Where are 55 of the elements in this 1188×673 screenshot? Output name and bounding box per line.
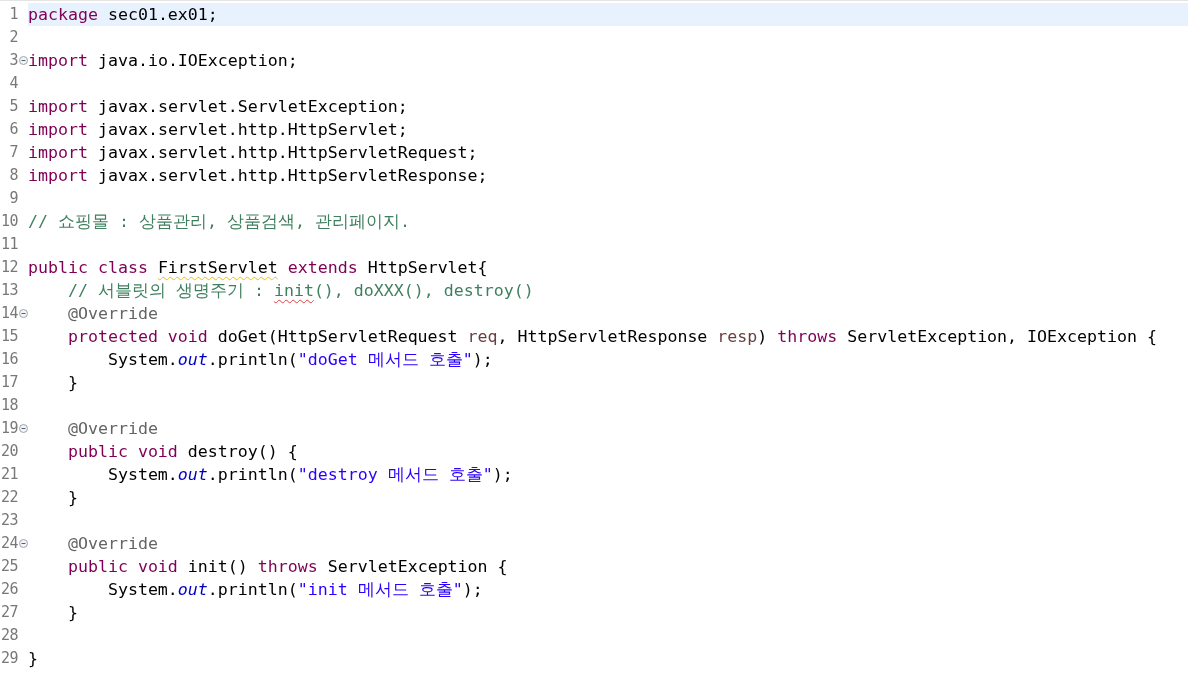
code-line: // 쇼핑몰 : 상품관리, 상품검색, 관리페이지. — [28, 211, 410, 233]
line-number: 8 — [9, 165, 18, 186]
line-number: 4 — [9, 73, 18, 94]
code-line: // 서블릿의 생명주기 : init(), doXXX(), destroy() — [66, 280, 534, 302]
code-line: import javax.servlet.http.HttpServletResponse; — [28, 165, 488, 187]
collapse-icon[interactable] — [19, 309, 28, 318]
code-line: @Override — [66, 418, 158, 440]
code-line: import javax.servlet.http.HttpServletRequest; — [28, 142, 478, 164]
code-line: } — [66, 487, 78, 509]
code-line: import java.io.IOException; — [28, 50, 298, 72]
code-line: @Override — [66, 303, 158, 325]
code-line: System.out.println("destroy 메서드 호출"); — [106, 464, 513, 486]
line-number: 9 — [9, 188, 18, 209]
code-line: package sec01.ex01; — [28, 4, 218, 26]
code-line: import javax.servlet.ServletException; — [28, 96, 408, 118]
line-number: 21 — [0, 464, 18, 485]
code-line: public class FirstServlet extends HttpServlet{ — [28, 257, 488, 279]
code-line: } — [66, 372, 78, 394]
code-line: @Override — [66, 533, 158, 555]
line-number: 18 — [0, 395, 18, 416]
collapse-icon[interactable] — [19, 56, 28, 65]
line-number: 24 — [0, 533, 18, 554]
line-number: 25 — [0, 556, 18, 577]
code-line: public void destroy() { — [66, 441, 298, 463]
code-line: System.out.println("init 메서드 호출"); — [106, 579, 483, 601]
line-number: 23 — [0, 510, 18, 531]
line-number: 1 — [9, 4, 18, 25]
line-number: 29 — [0, 648, 18, 669]
line-number: 6 — [9, 119, 18, 140]
line-number: 10 — [0, 211, 18, 232]
line-number: 19 — [0, 418, 18, 439]
code-line: } — [28, 648, 38, 670]
line-number: 15 — [0, 326, 18, 347]
line-number: 26 — [0, 579, 18, 600]
line-number: 17 — [0, 372, 18, 393]
line-number: 12 — [0, 257, 18, 278]
code-line: import javax.servlet.http.HttpServlet; — [28, 119, 408, 141]
code-line: System.out.println("doGet 메서드 호출"); — [106, 349, 493, 371]
line-number: 11 — [0, 234, 18, 255]
line-number: 13 — [0, 280, 18, 301]
line-number: 3 — [9, 50, 18, 71]
line-number: 27 — [0, 602, 18, 623]
collapse-icon[interactable] — [19, 539, 28, 548]
collapse-icon[interactable] — [19, 424, 28, 433]
line-number: 20 — [0, 441, 18, 462]
line-number: 14 — [0, 303, 18, 324]
line-number: 22 — [0, 487, 18, 508]
line-number: 2 — [9, 27, 18, 48]
line-number: 16 — [0, 349, 18, 370]
code-line: protected void doGet(HttpServletRequest req, HttpServletResponse resp) throws ServletException, IOException { — [66, 326, 1157, 348]
code-line: } — [66, 602, 78, 624]
code-line: public void init() throws ServletException { — [66, 556, 508, 578]
line-number: 5 — [9, 96, 18, 117]
line-number: 7 — [9, 142, 18, 163]
line-number: 28 — [0, 625, 18, 646]
